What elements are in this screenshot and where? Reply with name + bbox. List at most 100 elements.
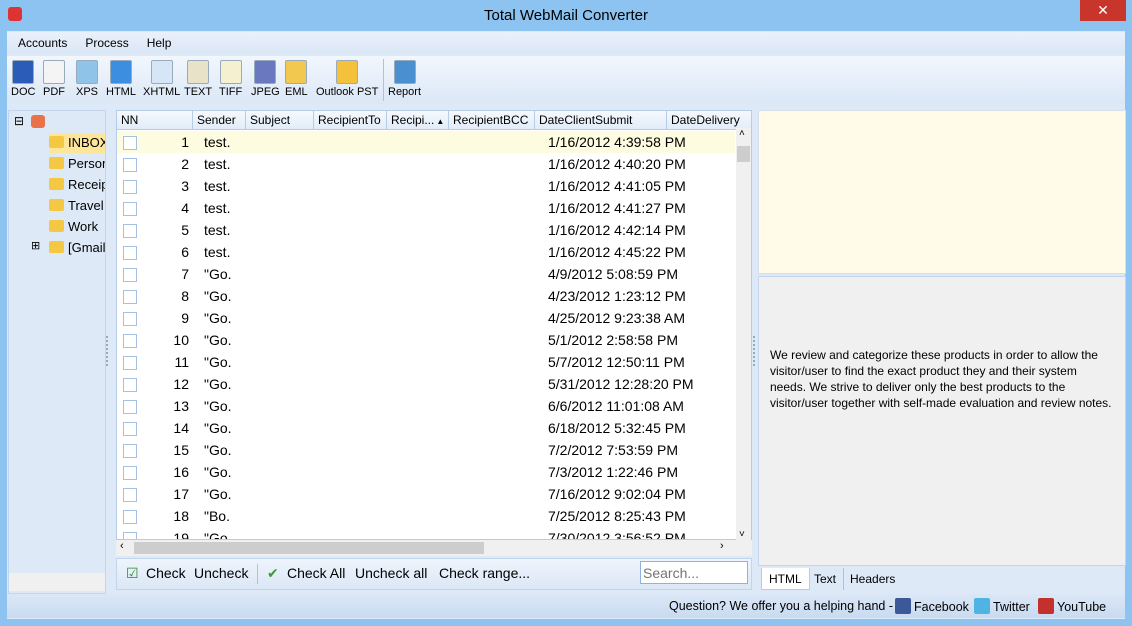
table-row[interactable]: 6 test. 1/16/2012 4:45:22 PM xyxy=(117,241,735,263)
table-row[interactable]: 5 test. 1/16/2012 4:42:14 PM xyxy=(117,219,735,241)
table-row[interactable]: 15 "Go. 7/2/2012 7:53:59 PM xyxy=(117,439,735,461)
row-checkbox[interactable] xyxy=(123,444,137,458)
tree-folder-4[interactable]: Work xyxy=(49,217,105,237)
table-row[interactable]: 10 "Go. 5/1/2012 2:58:58 PM xyxy=(117,329,735,351)
scroll-right-icon[interactable]: › xyxy=(720,540,724,552)
check-all-button[interactable]: Check All xyxy=(287,564,345,582)
youtube-link[interactable]: YouTube xyxy=(1038,598,1106,615)
menu-accounts[interactable]: Accounts xyxy=(11,32,74,54)
scroll-down-icon[interactable]: ˅ xyxy=(739,529,745,540)
column-header[interactable]: NN xyxy=(117,111,193,130)
tab-text[interactable]: Text xyxy=(807,568,845,590)
row-checkbox[interactable] xyxy=(123,510,137,524)
splitter-handle[interactable] xyxy=(106,336,109,366)
toolbar-button-eml[interactable]: EML xyxy=(285,60,308,98)
folder-icon xyxy=(49,178,64,190)
table-row[interactable]: 7 "Go. 4/9/2012 5:08:59 PM xyxy=(117,263,735,285)
table-row[interactable]: 12 "Go. 5/31/2012 12:28:20 PM xyxy=(117,373,735,395)
tree-folder-2[interactable]: Receipts xyxy=(49,175,105,195)
column-header-label: Recipi... xyxy=(391,113,435,127)
row-checkbox[interactable] xyxy=(123,158,137,172)
expand-icon[interactable]: ⊞ xyxy=(31,239,40,252)
row-checkbox[interactable] xyxy=(123,422,137,436)
toolbar-button-xhtml[interactable]: XHTML xyxy=(143,60,180,98)
toolbar-button-pdf[interactable]: PDF xyxy=(43,60,65,98)
facebook-link[interactable]: Facebook xyxy=(895,598,969,615)
scroll-left-icon[interactable]: ‹ xyxy=(120,540,124,552)
check-button[interactable]: Check xyxy=(146,564,186,582)
toolbar-button-doc[interactable]: DOC xyxy=(11,60,35,98)
tree-folder-0[interactable]: INBOX xyxy=(49,133,105,153)
close-button[interactable]: ✕ xyxy=(1080,0,1126,21)
table-row[interactable]: 9 "Go. 4/25/2012 9:23:38 AM xyxy=(117,307,735,329)
menu-process[interactable]: Process xyxy=(78,32,135,54)
vertical-scrollbar[interactable]: ˄ ˅ xyxy=(736,128,751,540)
table-row[interactable]: 14 "Go. 6/18/2012 5:32:45 PM xyxy=(117,417,735,439)
toolbar-button-report[interactable]: Report xyxy=(388,60,421,98)
tree-folder-5[interactable]: [Gmail] xyxy=(49,238,105,258)
table-row[interactable]: 1 test. 1/16/2012 4:39:58 PM xyxy=(117,131,735,153)
collapse-icon[interactable]: ⊟ xyxy=(14,114,24,128)
row-checkbox[interactable] xyxy=(123,532,137,539)
table-row[interactable]: 2 test. 1/16/2012 4:40:20 PM xyxy=(117,153,735,175)
column-header[interactable]: Sender xyxy=(193,111,246,130)
table-row[interactable]: 3 test. 1/16/2012 4:41:05 PM xyxy=(117,175,735,197)
menu-help[interactable]: Help xyxy=(140,32,179,54)
toolbar-button-tiff[interactable]: TIFF xyxy=(219,60,242,98)
row-checkbox[interactable] xyxy=(123,136,137,150)
row-checkbox[interactable] xyxy=(123,246,137,260)
toolbar-button-text[interactable]: TEXT xyxy=(184,60,212,98)
splitter-handle[interactable] xyxy=(753,336,756,366)
table-row[interactable]: 18 "Bo. 7/25/2012 8:25:43 PM xyxy=(117,505,735,527)
toolbar-button-html[interactable]: HTML xyxy=(106,60,136,98)
tab-html[interactable]: HTML xyxy=(761,568,810,590)
tree-scrollbar[interactable] xyxy=(9,573,105,591)
uncheck-button[interactable]: Uncheck xyxy=(194,564,248,582)
row-checkbox[interactable] xyxy=(123,312,137,326)
scroll-up-icon[interactable]: ˄ xyxy=(739,128,745,139)
youtube-icon xyxy=(1038,598,1054,614)
tab-headers[interactable]: Headers xyxy=(843,568,902,590)
text-icon xyxy=(187,60,210,84)
toolbar-button-jpeg[interactable]: JPEG xyxy=(251,60,280,98)
row-checkbox[interactable] xyxy=(123,180,137,194)
row-checkbox[interactable] xyxy=(123,356,137,370)
scroll-thumb[interactable] xyxy=(737,146,750,162)
folder-icon xyxy=(49,199,64,211)
cell-date: 7/25/2012 8:25:43 PM xyxy=(548,508,686,524)
row-checkbox[interactable] xyxy=(123,268,137,282)
check-all-icon: ✔ xyxy=(267,565,279,581)
table-row[interactable]: 16 "Go. 7/3/2012 1:22:46 PM xyxy=(117,461,735,483)
row-checkbox[interactable] xyxy=(123,290,137,304)
row-checkbox[interactable] xyxy=(123,488,137,502)
column-header[interactable]: Subject xyxy=(246,111,314,130)
table-row[interactable]: 4 test. 1/16/2012 4:41:27 PM xyxy=(117,197,735,219)
column-header[interactable]: RecipientTo xyxy=(314,111,387,130)
cell-nn: 19 xyxy=(173,530,189,540)
row-checkbox[interactable] xyxy=(123,466,137,480)
tree-folder-3[interactable]: Travel xyxy=(49,196,105,216)
table-row[interactable]: 17 "Go. 7/16/2012 9:02:04 PM xyxy=(117,483,735,505)
column-header[interactable]: Recipi... ▲ xyxy=(387,111,449,130)
column-header[interactable]: DateClientSubmit xyxy=(535,111,667,130)
scroll-thumb[interactable] xyxy=(134,542,484,554)
table-row[interactable]: 8 "Go. 4/23/2012 1:23:12 PM xyxy=(117,285,735,307)
search-input[interactable] xyxy=(640,561,748,584)
row-checkbox[interactable] xyxy=(123,400,137,414)
twitter-link[interactable]: Twitter xyxy=(974,598,1030,615)
row-checkbox[interactable] xyxy=(123,224,137,238)
toolbar-button-outlook-pst[interactable]: Outlook PST xyxy=(316,60,378,98)
row-checkbox[interactable] xyxy=(123,378,137,392)
table-row[interactable]: 19 "Go. 7/30/2012 3:56:52 PM xyxy=(117,527,735,540)
horizontal-scrollbar[interactable]: ‹ › xyxy=(116,540,752,556)
row-checkbox[interactable] xyxy=(123,202,137,216)
cell-sender: "Go. xyxy=(204,376,232,392)
table-row[interactable]: 13 "Go. 6/6/2012 11:01:08 AM xyxy=(117,395,735,417)
row-checkbox[interactable] xyxy=(123,334,137,348)
tree-folder-1[interactable]: Personal xyxy=(49,154,105,174)
column-header[interactable]: RecipientBCC xyxy=(449,111,535,130)
uncheck-all-button[interactable]: Uncheck all xyxy=(355,564,427,582)
toolbar-button-xps[interactable]: XPS xyxy=(76,60,98,98)
check-range-button[interactable]: Check range... xyxy=(439,564,530,582)
table-row[interactable]: 11 "Go. 5/7/2012 12:50:11 PM xyxy=(117,351,735,373)
